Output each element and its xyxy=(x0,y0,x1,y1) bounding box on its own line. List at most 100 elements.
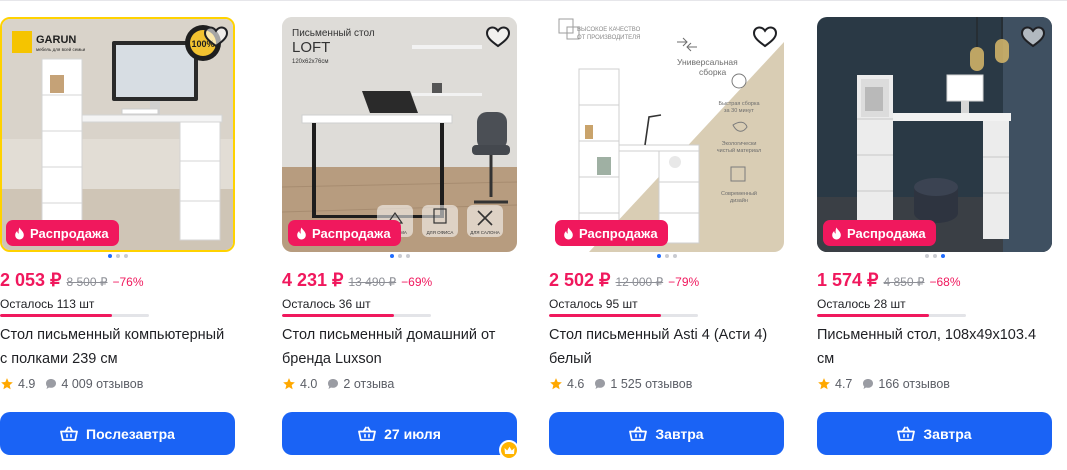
sale-label: Распродажа xyxy=(30,225,109,241)
image-caption: ДЛЯ САЛОНА xyxy=(470,230,499,235)
flame-icon xyxy=(564,227,573,239)
carousel-dot[interactable] xyxy=(656,254,661,258)
image-caption: ДЛЯ ОФИСА xyxy=(427,230,454,235)
stock-text: Осталось 95 шт xyxy=(549,297,638,311)
image-caption: сборка xyxy=(699,67,726,77)
delivery-label: Послезавтра xyxy=(86,425,175,442)
product-card[interactable]: ВЫСОКОЕ КАЧЕСТВО ОТ ПРОИЗВОДИТЕЛЯ Универ… xyxy=(549,17,784,462)
image-caption: Быстрая сборка xyxy=(718,101,760,107)
carousel-dot[interactable] xyxy=(672,254,677,258)
image-caption: Универсальная xyxy=(677,57,738,67)
stock-bar-fill xyxy=(817,314,929,317)
carousel-dot[interactable] xyxy=(123,254,128,258)
sale-label: Распродажа xyxy=(579,225,658,241)
brand-logo-subtext: мебель для всей семьи xyxy=(36,46,86,52)
image-caption: чистый материал xyxy=(717,147,761,154)
stock-bar-fill xyxy=(282,314,394,317)
heart-icon[interactable] xyxy=(485,25,511,49)
product-title[interactable]: Стол письменный домашний от бренда Luxso… xyxy=(282,323,514,371)
stock-text: Осталось 28 шт xyxy=(817,297,906,311)
delivery-button[interactable]: Завтра xyxy=(817,412,1052,455)
image-caption: Письменный стол xyxy=(292,28,375,39)
old-price: 12 000 ₽ xyxy=(615,275,664,289)
current-price: 1 574 ₽ xyxy=(817,270,879,290)
carousel-dot[interactable] xyxy=(389,254,394,258)
product-title[interactable]: Стол письменный компьютерный с полками 2… xyxy=(0,323,232,371)
heart-icon[interactable] xyxy=(1020,25,1046,49)
carousel-dots xyxy=(549,254,784,260)
stock-bar-fill xyxy=(0,314,112,317)
carousel-dot[interactable] xyxy=(940,254,945,258)
carousel-dots xyxy=(817,254,1052,260)
stock-bar xyxy=(817,314,966,317)
delivery-button[interactable]: Завтра xyxy=(549,412,784,455)
discount: −69% xyxy=(401,275,433,289)
stock-bar xyxy=(549,314,698,317)
sale-badge: Распродажа xyxy=(823,220,936,246)
stock-text: Осталось 36 шт xyxy=(282,297,371,311)
star-icon xyxy=(283,378,295,390)
product-card[interactable]: Распродажа 1 574 ₽ 4 850 ₽ −68% Осталось… xyxy=(817,17,1052,462)
rating-row: 4.9 4 009 отзывов xyxy=(0,377,143,391)
stock-bar-fill xyxy=(549,314,661,317)
delivery-button[interactable]: Послезавтра xyxy=(0,412,235,455)
rating-row: 4.7 166 отзывов xyxy=(817,377,950,391)
top-divider xyxy=(0,0,1067,1)
brand-logo-text: GARUN xyxy=(36,34,76,46)
product-card[interactable]: GARUN мебель для всей семьи 100% Распрод… xyxy=(0,17,235,462)
sale-label: Распродажа xyxy=(847,225,926,241)
discount: −79% xyxy=(668,275,700,289)
carousel-dots xyxy=(0,254,235,260)
image-caption: дизайн xyxy=(730,197,748,204)
product-image[interactable]: Распродажа xyxy=(817,17,1052,252)
old-price: 8 500 ₽ xyxy=(66,275,108,289)
old-price: 4 850 ₽ xyxy=(883,275,925,289)
comment-bubble-icon xyxy=(595,379,606,389)
basket-icon xyxy=(897,426,916,441)
rating-row: 4.6 1 525 отзывов xyxy=(549,377,692,391)
product-image[interactable]: ВЫСОКОЕ КАЧЕСТВО ОТ ПРОИЗВОДИТЕЛЯ Универ… xyxy=(549,17,784,252)
carousel-dot[interactable] xyxy=(115,254,120,258)
sale-label: Распродажа xyxy=(312,225,391,241)
carousel-dot[interactable] xyxy=(924,254,929,258)
delivery-label: Завтра xyxy=(923,425,972,442)
carousel-dot[interactable] xyxy=(397,254,402,258)
reviews-count[interactable]: 2 отзыва xyxy=(343,377,394,391)
product-image[interactable]: Письменный стол LOFT 120х62х76см ДЛЯ ДОМ… xyxy=(282,17,517,252)
rating-value: 4.9 xyxy=(18,377,36,391)
carousel-dot[interactable] xyxy=(664,254,669,258)
product-title[interactable]: Стол письменный Asti 4 (Асти 4) белый xyxy=(549,323,781,371)
delivery-label: Завтра xyxy=(655,425,704,442)
comment-bubble-icon xyxy=(328,379,339,389)
carousel-dot[interactable] xyxy=(107,254,112,258)
product-card[interactable]: Письменный стол LOFT 120х62х76см ДЛЯ ДОМ… xyxy=(282,17,517,462)
flame-icon xyxy=(297,227,306,239)
sale-badge: Распродажа xyxy=(555,220,668,246)
old-price: 13 490 ₽ xyxy=(348,275,397,289)
price-row: 2 053 ₽ 8 500 ₽ −76% xyxy=(0,270,144,292)
comment-bubble-icon xyxy=(46,379,57,389)
basket-icon xyxy=(60,426,78,441)
basket-icon xyxy=(629,426,648,441)
carousel-dot[interactable] xyxy=(405,254,410,258)
stock-bar xyxy=(0,314,149,317)
crown-icon xyxy=(499,440,519,460)
heart-icon[interactable] xyxy=(752,25,778,49)
image-caption: за 30 минут xyxy=(724,108,754,114)
reviews-count[interactable]: 4 009 отзывов xyxy=(61,377,143,391)
carousel-dot[interactable] xyxy=(932,254,937,258)
comment-bubble-icon xyxy=(863,379,874,389)
rating-row: 4.0 2 отзыва xyxy=(282,377,394,391)
star-icon xyxy=(1,378,13,390)
star-icon xyxy=(818,378,830,390)
reviews-count[interactable]: 1 525 отзывов xyxy=(610,377,692,391)
product-image[interactable]: GARUN мебель для всей семьи 100% Распрод… xyxy=(0,17,235,252)
reviews-count[interactable]: 166 отзывов xyxy=(878,377,950,391)
delivery-button[interactable]: 27 июля xyxy=(282,412,517,455)
product-title[interactable]: Письменный стол, 108х49х103.4 см xyxy=(817,323,1049,371)
flame-icon xyxy=(832,227,841,239)
stock-bar xyxy=(282,314,431,317)
current-price: 2 053 ₽ xyxy=(0,270,62,290)
discount: −76% xyxy=(112,275,144,289)
heart-icon[interactable] xyxy=(203,25,229,49)
